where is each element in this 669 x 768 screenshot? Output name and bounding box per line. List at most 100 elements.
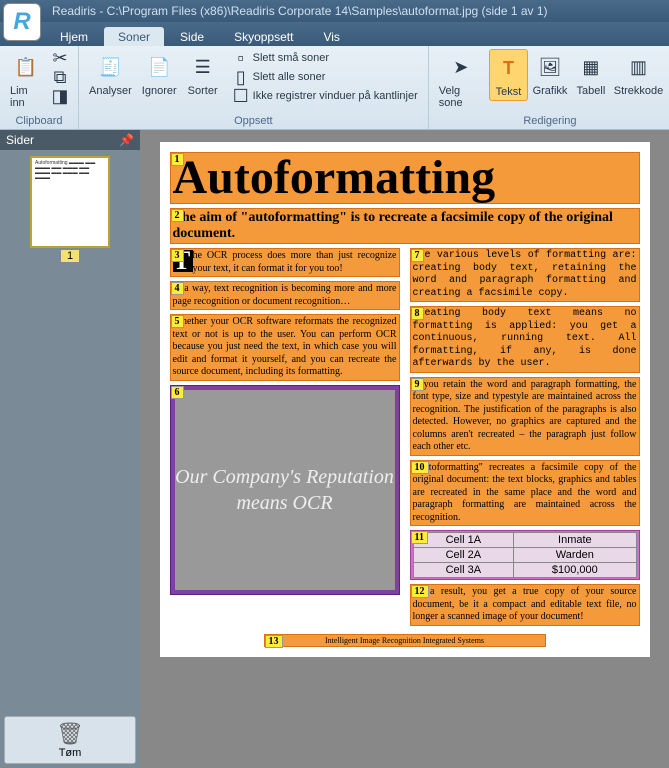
pointer-icon: ➤	[445, 51, 477, 83]
grafikk-button[interactable]: 🖼 Grafikk	[530, 49, 570, 99]
zone-num-1: 1	[171, 153, 184, 166]
slett-alle-button[interactable]: ▯Slett alle soner	[229, 68, 422, 86]
sorter-button[interactable]: ☰Sorter	[183, 49, 223, 99]
tab-vis[interactable]: Vis	[309, 27, 353, 46]
zone-6-image: Our Company's Reputation means OCR	[175, 390, 395, 590]
delete-small-icon: ▫	[233, 50, 249, 66]
strekkode-label: Strekkode	[614, 85, 664, 97]
table-icon: ▦	[575, 51, 607, 83]
delete-all-icon: ▯	[233, 69, 249, 85]
zone-num-5: 5	[171, 315, 184, 328]
zone-num-13: 13	[265, 635, 283, 648]
ignore-icon: 📄	[143, 51, 175, 83]
strekkode-button[interactable]: ▥ Strekkode	[612, 49, 665, 99]
zone-1-text: Autoformatting	[173, 154, 637, 202]
tab-hjem[interactable]: Hjem	[46, 27, 102, 46]
clipboard-icon: 📋	[10, 51, 42, 83]
zone-7[interactable]: 7 The various levels of formatting are: …	[410, 248, 640, 302]
title-bar: Readiris - C:\Program Files (x86)\Readir…	[0, 0, 669, 22]
erase-button[interactable]: ◨	[48, 87, 72, 105]
document-viewer[interactable]: 1 Autoformatting 2 The aim of "autoforma…	[140, 130, 669, 768]
zone-num-3: 3	[171, 249, 184, 262]
tabell-button[interactable]: ▦ Tabell	[572, 49, 610, 99]
zone-3-text: he OCR process does more than just recog…	[193, 250, 397, 274]
cell-r1c1: Cell 1A	[413, 533, 514, 548]
tab-skyoppsett[interactable]: Skyoppsett	[220, 27, 307, 46]
side-panel-title: Sider	[6, 133, 34, 147]
zone-10-text: "Autoformatting" recreates a facsimile c…	[413, 462, 637, 525]
cell-r1c2: Inmate	[514, 533, 636, 548]
tabell-label: Tabell	[577, 85, 606, 97]
zone-5[interactable]: 5 Whether your OCR software reformats th…	[170, 314, 400, 381]
cell-r3c1: Cell 3A	[413, 563, 514, 578]
paste-label: Lim inn	[10, 85, 42, 109]
cell-r3c2: $100,000	[514, 563, 636, 578]
ikke-registrer-label: Ikke registrer vinduer på kantlinjer	[253, 90, 418, 102]
zone-1[interactable]: 1 Autoformatting	[170, 152, 640, 204]
page-thumbnail[interactable]: Autoformatting ▬▬▬ ▬▬ ▬▬▬ ▬▬ ▬▬▬ ▬▬ ▬▬▬ …	[30, 156, 110, 248]
velg-sone-label: Velg sone	[439, 85, 483, 109]
slett-sma-button[interactable]: ▫ Slett små soner	[229, 49, 422, 67]
tom-label: Tøm	[9, 747, 131, 759]
checkbox-icon: ☐	[233, 88, 249, 104]
tab-side[interactable]: Side	[166, 27, 218, 46]
app-menu-button[interactable]: R	[3, 3, 41, 41]
zone-num-10: 10	[411, 461, 429, 474]
zone-num-9: 9	[411, 378, 424, 391]
ribbon-tabs: Hjem Soner Side Skyoppsett Vis	[0, 22, 669, 46]
barcode-icon: ▥	[623, 51, 655, 83]
scissors-icon: ✂	[52, 50, 68, 66]
sorter-label: Sorter	[188, 85, 218, 97]
tab-soner[interactable]: Soner	[104, 27, 164, 46]
paste-button[interactable]: 📋 Lim inn	[6, 49, 46, 111]
grafikk-label: Grafikk	[533, 85, 568, 97]
zone-3[interactable]: 3 The OCR process does more than just re…	[170, 248, 400, 277]
copy-button[interactable]: ⧉	[48, 68, 72, 86]
ribbon-group-redigering: ➤Velg sone TTekst 🖼 Grafikk ▦ Tabell ▥ Stre…	[429, 46, 669, 129]
zone-12[interactable]: 12 As a result, you get a true copy of y…	[410, 584, 640, 626]
zone-8-text: Creating body text means no formatting i…	[413, 308, 637, 371]
analyser-button[interactable]: 🧾Analyser	[85, 49, 136, 99]
zone-num-8: 8	[411, 307, 424, 320]
zone-7-text: The various levels of formatting are: cr…	[413, 250, 637, 300]
slett-sma-label: Slett små soner	[253, 52, 329, 64]
zone-11[interactable]: 11 Cell 1AInmate Cell 2AWarden Cell 3A$1…	[410, 530, 640, 580]
zone-2[interactable]: 2 The aim of "autoformatting" is to recr…	[170, 208, 640, 244]
ribbon-group-clipboard: 📋 Lim inn ✂ ⧉ ◨ Clipboard	[0, 46, 79, 129]
zone-8[interactable]: 8 Creating body text means no formatting…	[410, 306, 640, 373]
group-label-redigering: Redigering	[435, 115, 665, 129]
tekst-label: Tekst	[496, 86, 522, 98]
ribbon-group-oppsett: 🧾Analyser 📄Ignorer ☰Sorter ▫ Slett små so…	[79, 46, 429, 129]
zone-num-4: 4	[171, 282, 184, 295]
eraser-icon: ◨	[52, 88, 68, 104]
pin-icon[interactable]: 📌	[119, 133, 134, 147]
group-label-oppsett: Oppsett	[85, 115, 422, 129]
ignorer-button[interactable]: 📄Ignorer	[138, 49, 181, 99]
zone-4[interactable]: 4 In a way, text recognition is becoming…	[170, 281, 400, 310]
cut-button[interactable]: ✂	[48, 49, 72, 67]
workspace: Sider 📌 Autoformatting ▬▬▬ ▬▬ ▬▬▬ ▬▬ ▬▬▬…	[0, 130, 669, 768]
side-panel: Sider 📌 Autoformatting ▬▬▬ ▬▬ ▬▬▬ ▬▬ ▬▬▬…	[0, 130, 140, 768]
velg-sone-button[interactable]: ➤Velg sone	[435, 49, 487, 111]
zone-12-text: As a result, you get a true copy of your…	[413, 586, 637, 624]
zone-num-7: 7	[411, 249, 424, 262]
tom-button[interactable]: 🗑 Tøm	[4, 716, 136, 764]
zone-9-text: If you retain the word and paragraph for…	[413, 379, 637, 454]
zone-num-2: 2	[171, 209, 184, 222]
trash-icon: 🗑	[9, 721, 131, 747]
app-icon: R	[13, 8, 30, 36]
document-page[interactable]: 1 Autoformatting 2 The aim of "autoforma…	[160, 142, 650, 657]
zone-5-text: Whether your OCR software reformats the …	[173, 316, 397, 379]
zone-num-6: 6	[171, 386, 184, 399]
zone-6[interactable]: 6 Our Company's Reputation means OCR	[170, 385, 400, 595]
tekst-button[interactable]: TTekst	[489, 49, 528, 101]
zone-2-text: The aim of "autoformatting" is to recrea…	[173, 210, 637, 242]
zone-10[interactable]: 10 "Autoformatting" recreates a facsimil…	[410, 460, 640, 527]
graphic-icon: 🖼	[534, 51, 566, 83]
thumbnail-area: Autoformatting ▬▬▬ ▬▬ ▬▬▬ ▬▬ ▬▬▬ ▬▬ ▬▬▬ …	[0, 150, 140, 712]
zone-9[interactable]: 9 If you retain the word and paragraph f…	[410, 377, 640, 456]
ribbon: 📋 Lim inn ✂ ⧉ ◨ Clipboard 🧾Analyser 📄Ign…	[0, 46, 669, 130]
ikke-registrer-checkbox[interactable]: ☐ Ikke registrer vinduer på kantlinjer	[229, 87, 422, 105]
zone-13[interactable]: 13 Intelligent Image Recognition Integra…	[264, 634, 546, 647]
analyze-icon: 🧾	[94, 51, 126, 83]
